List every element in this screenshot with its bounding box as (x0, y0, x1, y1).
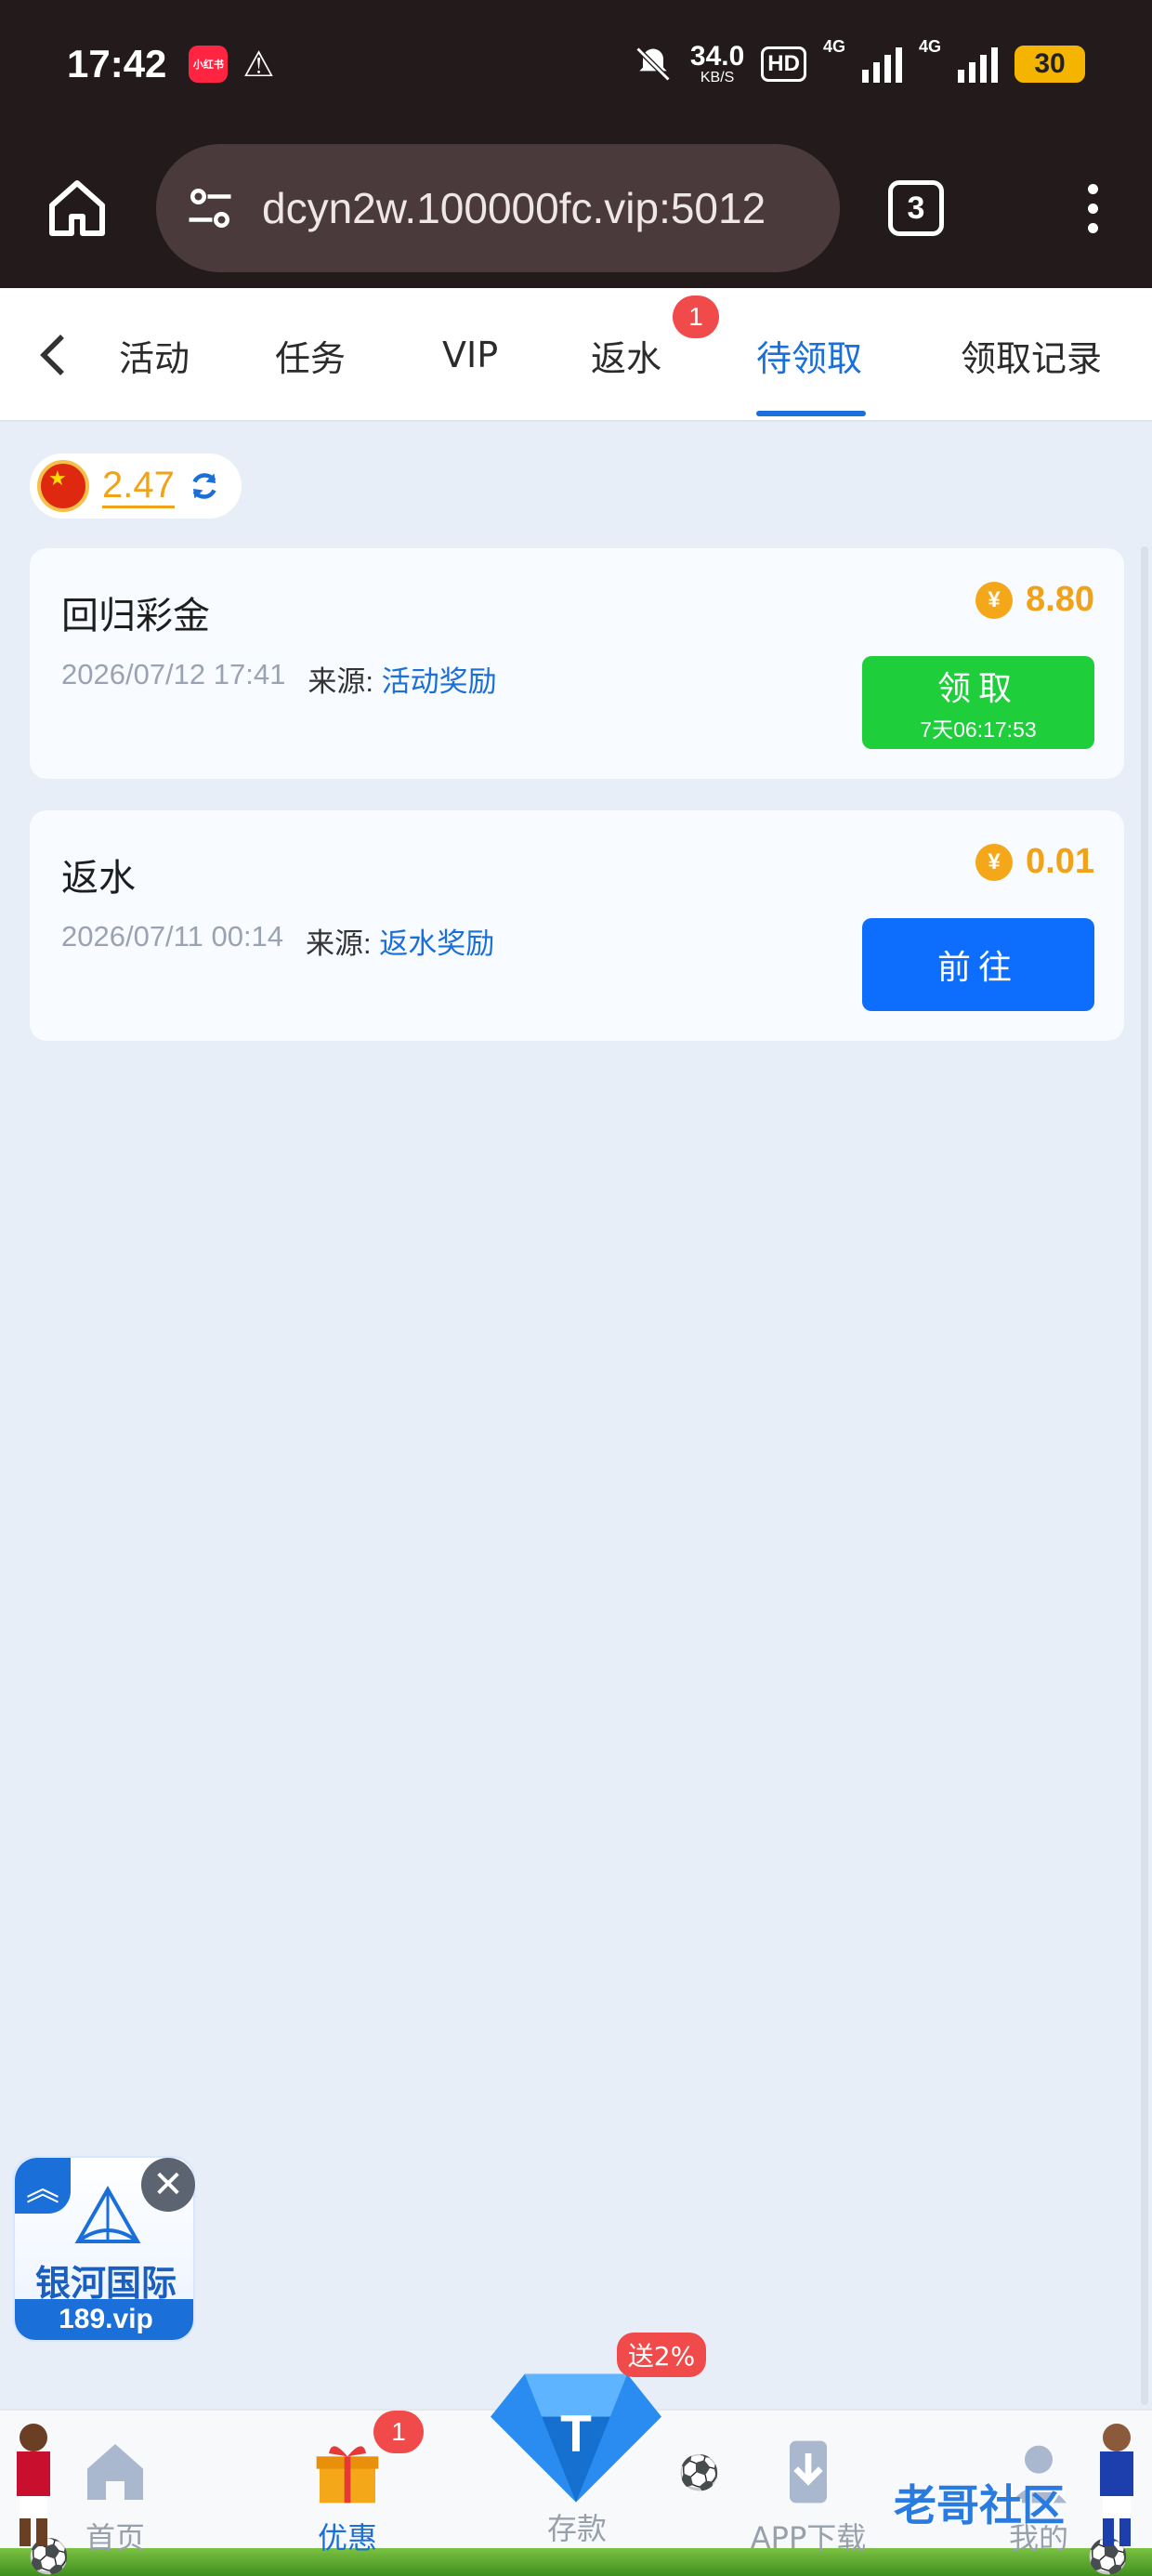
balance-pill: 2.47 (30, 453, 242, 519)
diamond-tether-icon[interactable]: T (491, 2364, 661, 2504)
coin-icon: ¥ (975, 581, 1014, 619)
home-button[interactable] (35, 166, 119, 250)
refresh-icon[interactable] (188, 469, 221, 503)
galaxy-logo-icon (74, 2186, 141, 2243)
tab-vip[interactable]: VIP (442, 288, 498, 422)
nav-home-label: 首页 (85, 2520, 145, 2556)
speed-unit: KB/S (700, 70, 735, 85)
battery-level: 30 (1034, 48, 1066, 79)
double-chevron-up-icon: ︽ (15, 2158, 71, 2214)
reward-amount: ¥ 8.80 (975, 580, 1094, 620)
home-icon (49, 180, 105, 236)
xiaohongshu-icon: 小红书 (189, 46, 229, 83)
download-phone-icon (790, 2440, 827, 2504)
back-arrow-icon[interactable] (30, 327, 76, 383)
tab-activity[interactable]: 活动 (119, 288, 190, 422)
coin-icon: ¥ (975, 843, 1014, 881)
reward-amount-value: 0.01 (1026, 842, 1094, 881)
reward-title: 返水 (61, 857, 136, 900)
signal-icon (958, 46, 998, 83)
gift-icon (316, 2446, 379, 2504)
mute-bell-icon (635, 46, 671, 82)
status-bar: 17:42 小红书 ⚠ 34.0 KB/S HD 4G 4G 30 (0, 0, 1152, 128)
nav-promotions-badge: 1 (373, 2411, 424, 2453)
network-type-2: 4G (918, 37, 941, 56)
nav-promotions-label: 优惠 (317, 2520, 377, 2556)
address-bar[interactable]: dcyn2w.100000fc.vip:5012 (156, 144, 840, 272)
network-type-1: 4G (822, 37, 845, 56)
scrollbar[interactable] (1141, 546, 1148, 2405)
go-button-label: 前往 (936, 949, 1019, 987)
reward-date: 2026/07/11 00:14 (61, 920, 284, 953)
nav-app-download-label: APP下载 (750, 2520, 867, 2556)
claim-button[interactable]: 领取 7天06:17:53 (862, 656, 1094, 749)
nav-deposit[interactable]: 存款 (503, 2500, 651, 2548)
promo-url: 189.vip (15, 2299, 193, 2340)
tab-pending[interactable]: 待领取 (756, 288, 862, 422)
speed-value: 34.0 (689, 41, 745, 72)
active-tab-indicator (756, 411, 866, 416)
battery-icon: 30 (1015, 46, 1085, 83)
home-icon (87, 2444, 143, 2500)
site-settings-icon[interactable] (182, 180, 238, 236)
claim-countdown: 7天06:17:53 (920, 717, 1037, 742)
nav-deposit-label: 存款 (546, 2511, 607, 2546)
status-indicators: 34.0 KB/S HD 4G 4G 30 (633, 37, 1085, 85)
balance-amount[interactable]: 2.47 (102, 465, 175, 508)
go-button[interactable]: 前往 (862, 918, 1094, 1011)
reward-source-label: 来源: (308, 665, 373, 698)
soccer-player-icon (1100, 2424, 1133, 2546)
url-text[interactable]: dcyn2w.100000fc.vip:5012 (262, 183, 766, 233)
promo-name: 银河国际 (34, 2262, 177, 2304)
claim-button-label: 领取 (936, 670, 1019, 708)
promo-tab-nav: 活动 任务 VIP 返水 待领取 领取记录 (0, 288, 1152, 422)
tab-tasks[interactable]: 任务 (275, 288, 346, 422)
signal-icon (861, 46, 902, 83)
watermark: 老哥社区 (894, 2480, 1065, 2530)
reward-title: 回归彩金 (61, 595, 210, 637)
reward-date: 2026/07/12 17:41 (61, 658, 286, 690)
tab-switcher-button[interactable]: 3 (888, 180, 944, 236)
reward-amount-value: 8.80 (1026, 580, 1094, 619)
reward-card: 返水 2026/07/11 00:14 来源: 返水奖励 ¥ 0.01 前往 (30, 810, 1124, 1041)
hd-badge: HD (761, 46, 806, 82)
reward-amount: ¥ 0.01 (975, 842, 1094, 882)
china-flag-icon (37, 460, 89, 512)
nav-app-download[interactable]: APP下载 (734, 2435, 883, 2557)
reward-source-link[interactable]: 返水奖励 (379, 927, 494, 960)
reward-card: 回归彩金 2026/07/12 17:41 来源: 活动奖励 ¥ 8.80 领取… (30, 548, 1124, 779)
tab-rebate-badge: 1 (673, 296, 719, 338)
warning-icon: ⚠ (242, 44, 275, 85)
reward-source-label: 来源: (306, 927, 372, 960)
status-time: 17:42 (67, 42, 167, 85)
reward-source-link[interactable]: 活动奖励 (382, 665, 497, 698)
more-menu-icon[interactable] (1088, 183, 1098, 233)
svg-text:T: T (560, 2404, 592, 2462)
reward-meta: 2026/07/11 00:14 来源: 返水奖励 (61, 920, 494, 962)
tab-rebate[interactable]: 返水 (591, 288, 661, 422)
network-speed: 34.0 KB/S (690, 43, 744, 85)
tab-claim-history[interactable]: 领取记录 (961, 288, 1102, 422)
browser-toolbar: dcyn2w.100000fc.vip:5012 3 (0, 128, 1152, 288)
soccer-ball-icon: ⚽ (678, 2454, 720, 2492)
soccer-player-icon (17, 2424, 50, 2546)
reward-meta: 2026/07/12 17:41 来源: 活动奖励 (61, 658, 497, 700)
deposit-bonus-badge: 送2% (617, 2333, 706, 2377)
close-icon[interactable]: ✕ (141, 2158, 195, 2212)
